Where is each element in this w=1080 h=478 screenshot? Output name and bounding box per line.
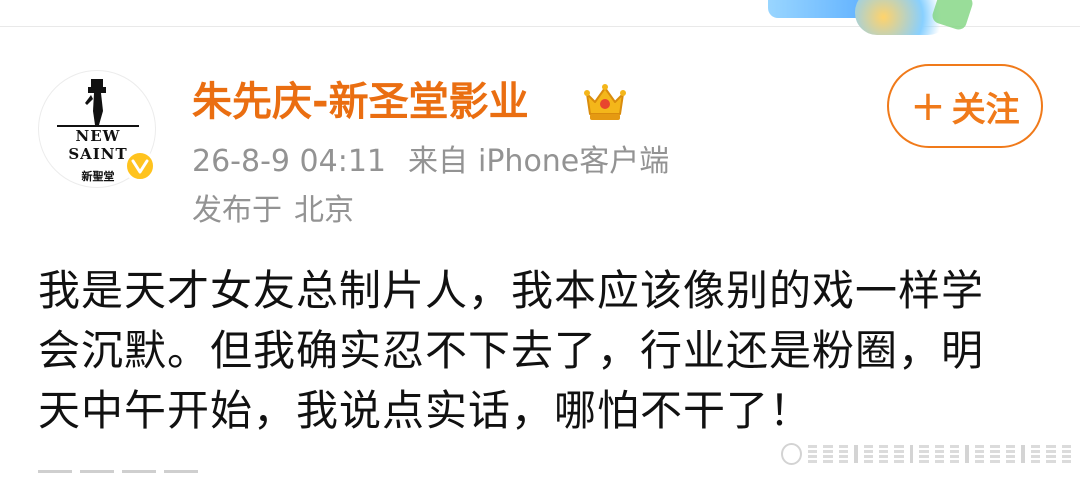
post-meta: 26-8-9 04:11 来自 iPhone客户端 [192, 142, 669, 182]
avatar-brand-line-1: NEW [75, 127, 121, 145]
post-text-line: 我是天才女友总制片人，我本应该像别的戏一样学 [38, 266, 985, 315]
top-banner-graphic [760, 0, 1010, 40]
source-label: 来自 [408, 144, 468, 179]
post-text-line: 会沉默。但我确实忍不下去了，行业还是粉圈，明 [38, 326, 985, 375]
post-text: 我是天才女友总制片人，我本应该像别的戏一样学 会沉默。但我确实忍不下去了，行业还… [38, 261, 1048, 441]
location-value: 北京 [294, 193, 354, 228]
post-location: 发布于 北京 [192, 191, 354, 231]
post-text-line: 天中午开始，我说点实话，哪怕不干了！ [38, 386, 813, 435]
watermark-icon [781, 440, 1071, 468]
crown-icon [584, 84, 626, 120]
next-content-peek [38, 462, 208, 478]
post-time: 26-8-9 04:11 [192, 144, 386, 179]
verified-badge-icon [124, 150, 156, 182]
post-source: iPhone客户端 [478, 144, 670, 179]
user-name[interactable]: 朱先庆-新圣堂影业 [192, 78, 529, 126]
follow-button[interactable]: + 关注 [887, 64, 1043, 148]
location-label: 发布于 [192, 193, 282, 228]
plus-icon: + [910, 81, 946, 130]
follow-button-label: 关注 [951, 89, 1020, 130]
